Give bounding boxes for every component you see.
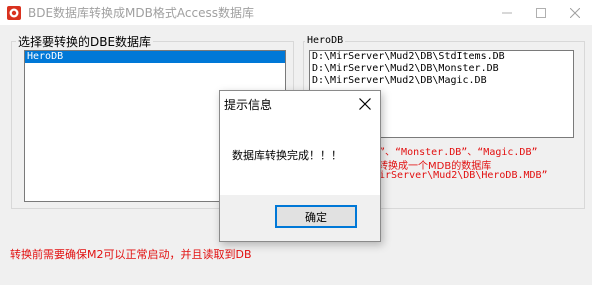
- ok-button[interactable]: 确定: [275, 205, 357, 228]
- dialog-title: 提示信息: [224, 98, 273, 112]
- source-db-group-label: 选择要转换的DBE数据库: [16, 33, 154, 50]
- list-item[interactable]: HeroDB: [25, 51, 285, 63]
- list-item: D:\MirServer\Mud2\DB\Magic.DB: [312, 75, 487, 86]
- list-item: D:\MirServer\Mud2\DB\Monster.DB: [312, 63, 499, 74]
- info-dialog: 提示信息 数据库转换完成！！！ 确定: [219, 90, 381, 242]
- maximize-icon[interactable]: [524, 0, 558, 25]
- dialog-footer: 确定: [220, 195, 380, 241]
- close-icon[interactable]: [558, 0, 592, 25]
- dialog-close-icon[interactable]: [350, 91, 380, 117]
- bottom-warning-note: 转换前需要确保M2可以正常启动，并且读取到DB: [10, 248, 252, 261]
- app-icon: [6, 5, 22, 21]
- minimize-icon[interactable]: [490, 0, 524, 25]
- conversion-info-line-1: B”、“Monster.DB”、“Magic.DB”: [373, 147, 538, 158]
- window-title: BDE数据库转换成MDB格式Access数据库: [28, 6, 254, 20]
- conversion-info-line-3: irServer\Mud2\DB\HeroDB.MDB”: [379, 170, 548, 181]
- db-files-group-label: HeroDB: [305, 35, 346, 46]
- title-bar[interactable]: BDE数据库转换成MDB格式Access数据库: [0, 0, 592, 25]
- dialog-message: 数据库转换完成！！！: [232, 149, 342, 162]
- list-item: D:\MirServer\Mud2\DB\StdItems.DB: [312, 51, 505, 62]
